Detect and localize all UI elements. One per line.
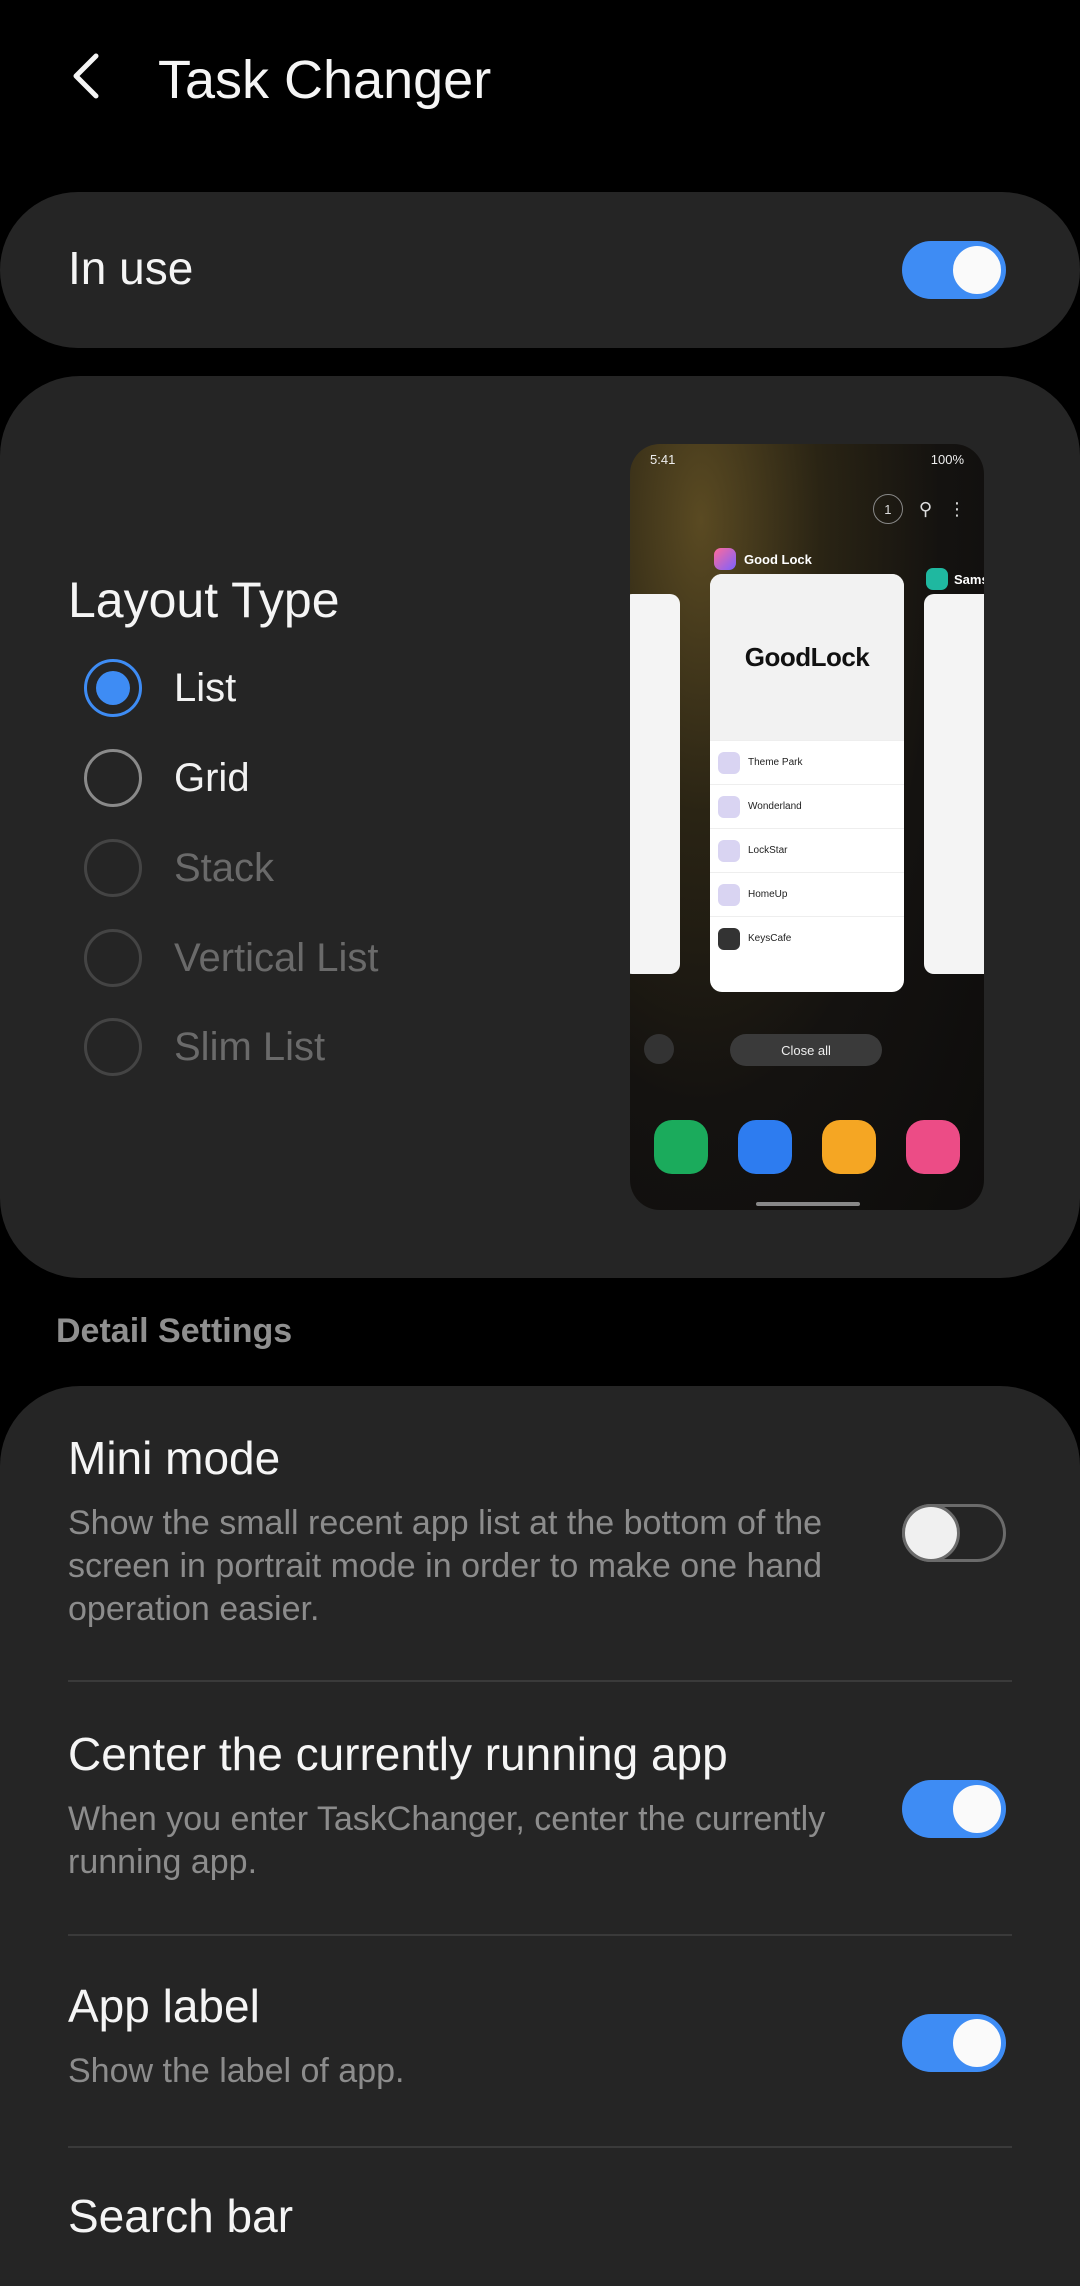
setting-title: Search bar xyxy=(68,2190,294,2242)
radio-label: Slim List xyxy=(174,1024,326,1069)
radio-option-stack: Stack xyxy=(84,838,274,898)
files-app-icon xyxy=(822,1120,876,1174)
radio-option-vertical-list: Vertical List xyxy=(84,928,379,988)
mini-mode-toggle[interactable] xyxy=(902,1504,1006,1562)
battery-text: 100% xyxy=(930,452,964,467)
radio-button[interactable] xyxy=(84,749,142,807)
divider xyxy=(68,1934,1012,1936)
homeup-icon xyxy=(718,883,740,906)
messages-app-icon xyxy=(738,1120,792,1174)
setting-description: Show the small recent app list at the bo… xyxy=(68,1504,823,1628)
radio-label: Vertical List xyxy=(174,935,379,980)
in-use-toggle[interactable] xyxy=(902,241,1006,299)
radio-option-list[interactable]: List xyxy=(84,658,236,718)
toggle-knob xyxy=(950,1782,1004,1836)
radio-label: List xyxy=(174,665,237,710)
gesture-handle xyxy=(756,1202,860,1206)
radio-button xyxy=(84,1018,142,1076)
preview-main-app-card: GoodLock Theme Park Wonderland LockStar … xyxy=(710,574,904,992)
radio-option-slim-list: Slim List xyxy=(84,1017,325,1077)
setting-description: When you enter TaskChanger, center the c… xyxy=(68,1800,826,1881)
radio-button xyxy=(84,929,142,987)
app-bar: Task Changer xyxy=(0,0,1080,170)
search-icon: ⚲ xyxy=(918,498,932,519)
preview-list-item: Theme Park xyxy=(710,740,904,784)
preview-list-item: KeysCafe xyxy=(710,916,904,960)
back-arrow-icon[interactable] xyxy=(58,46,118,106)
preview-left-app-card xyxy=(630,594,680,974)
keyscafe-icon xyxy=(718,927,740,950)
preview-list-item: Wonderland xyxy=(710,784,904,828)
layout-type-title: Layout Type xyxy=(68,572,340,628)
preview-time: 5:41 xyxy=(650,452,676,467)
setting-description: Show the label of app. xyxy=(68,2052,405,2090)
toggle-knob xyxy=(950,243,1004,297)
radio-option-grid[interactable]: Grid xyxy=(84,748,250,808)
preview-side-app-name: Sams xyxy=(954,571,984,587)
layout-preview-image: 5:41 100% 1 ⚲ ⋮ Good Lock Sams GoodLock … xyxy=(630,444,984,1210)
divider xyxy=(68,1680,1012,1682)
preview-status: 100% xyxy=(931,452,964,467)
setting-title: Mini mode xyxy=(68,1432,281,1484)
app-label-toggle[interactable] xyxy=(902,2014,1006,2072)
recents-count-badge: 1 xyxy=(872,494,903,524)
preview-top-buttons: 1 ⚲ ⋮ xyxy=(872,494,966,524)
preview-dock xyxy=(654,1120,960,1174)
toggle-knob xyxy=(902,1504,960,1562)
theme-park-icon xyxy=(718,751,740,774)
preview-side-app-label: Sams xyxy=(926,568,984,590)
preview-right-app-card xyxy=(924,594,984,974)
setting-title: Center the currently running app xyxy=(68,1728,728,1780)
good-lock-app-icon xyxy=(906,1120,960,1174)
good-lock-app-icon xyxy=(714,548,736,570)
goodlock-logo: GoodLock xyxy=(710,574,904,740)
preview-app-name: Good Lock xyxy=(744,551,812,567)
preview-list-item: HomeUp xyxy=(710,872,904,916)
preview-list-item: LockStar xyxy=(710,828,904,872)
lockstar-icon xyxy=(718,839,740,862)
wonderland-icon xyxy=(718,795,740,818)
radio-button xyxy=(84,839,142,897)
center-app-toggle[interactable] xyxy=(902,1780,1006,1838)
layout-type-card: Layout Type List Grid Stack Vertical Lis… xyxy=(0,376,1080,1278)
detail-settings-card: Mini mode Show the small recent app list… xyxy=(0,1386,1080,2286)
radio-button[interactable] xyxy=(84,659,142,717)
page-title: Task Changer xyxy=(158,50,492,110)
toggle-knob xyxy=(950,2016,1004,2070)
section-title-detail-settings: Detail Settings xyxy=(56,1312,293,1350)
radio-label: Grid xyxy=(174,755,250,800)
radio-label: Stack xyxy=(174,845,275,890)
apps-grid-icon xyxy=(644,1034,674,1064)
samsung-health-app-icon xyxy=(926,568,948,590)
more-options-icon: ⋮ xyxy=(948,498,966,519)
in-use-card[interactable]: In use xyxy=(0,192,1080,348)
preview-close-all-button: Close all xyxy=(730,1034,882,1066)
divider xyxy=(68,2146,1012,2148)
in-use-label: In use xyxy=(68,242,194,294)
setting-title: App label xyxy=(68,1980,260,2032)
phone-app-icon xyxy=(654,1120,708,1174)
preview-app-label: Good Lock xyxy=(714,548,812,570)
